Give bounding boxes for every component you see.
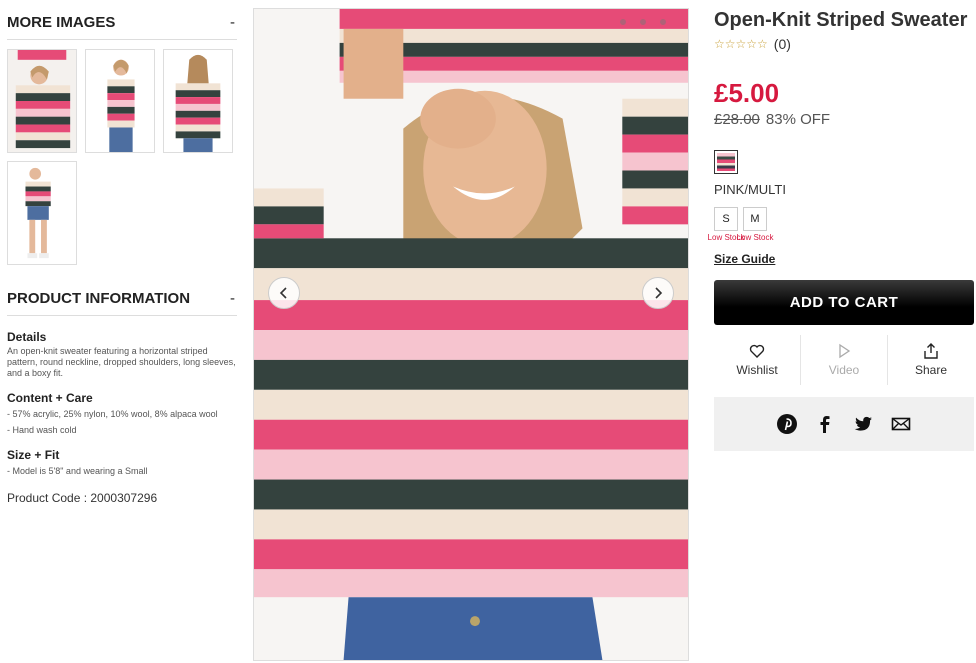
product-code: Product Code : 2000307296 [7,491,158,505]
share-label: Share [914,363,948,377]
product-photo [254,9,688,660]
indicator-dot[interactable] [660,19,666,25]
facebook-button[interactable] [815,414,835,434]
wishlist-label: Wishlist [736,363,778,377]
more-images-heading: MORE IMAGES [7,14,116,31]
indicator-dot[interactable] [640,19,646,25]
review-count: (0) [773,36,791,52]
product-title: Open-Knit Striped Sweater [714,9,968,31]
product-information-heading: PRODUCT INFORMATION [7,290,191,307]
facebook-icon [820,416,830,433]
size-button-m[interactable]: M [743,207,767,231]
thumbnail-side[interactable] [85,49,155,153]
wishlist-button[interactable]: Wishlist [714,335,801,385]
size-guide-link[interactable]: Size Guide [714,252,775,266]
twitter-button[interactable] [853,414,873,434]
color-name: PINK/MULTI [714,182,786,197]
product-information-section: PRODUCT INFORMATION - Details An open-kn… [7,290,237,505]
thumbnail-back[interactable] [163,49,233,153]
details-title: Details [7,330,47,344]
indicator-dot[interactable] [620,19,626,25]
action-bar: Wishlist Video Share [714,335,974,385]
previous-image-button[interactable] [268,277,300,309]
swatch-color [717,153,735,171]
add-to-cart-button[interactable]: ADD TO CART [714,280,974,325]
size-button-s[interactable]: S [714,207,738,231]
sale-price: £5.00 [714,78,780,108]
star-rating-icon: ☆☆☆☆☆ [714,37,768,51]
content-care-title: Content + Care [7,391,93,405]
chevron-left-icon [279,287,287,299]
pinterest-button[interactable] [777,414,797,434]
image-indicator-dots [620,19,666,25]
chevron-right-icon [655,287,663,299]
details-block: Details An open-knit sweater featuring a… [7,330,237,379]
share-button[interactable]: Share [888,335,974,385]
more-images-header[interactable]: MORE IMAGES - [7,14,237,40]
product-information-header[interactable]: PRODUCT INFORMATION - [7,290,237,316]
pinterest-icon [777,414,797,434]
size-item: - Model is 5'8" and wearing a Small [7,466,148,476]
details-text: An open-knit sweater featuring a horizon… [7,346,236,378]
share-icon [924,343,938,359]
product-details-panel: Open-Knit Striped Sweater ☆☆☆☆☆ (0) £5.0… [708,8,974,451]
size-fit-title: Size + Fit [7,448,60,462]
main-product-image[interactable] [253,8,689,661]
size-option-s: S Low Stock [708,207,744,242]
content-item: - 57% acrylic, 25% nylon, 10% wool, 8% a… [7,409,218,419]
size-fit-block: Size + Fit - Model is 5'8" and wearing a… [7,448,237,477]
collapse-toggle[interactable]: - [230,14,237,31]
thumbnail-full-body[interactable] [7,161,77,265]
collapse-toggle[interactable]: - [230,290,237,307]
rating[interactable]: ☆☆☆☆☆ (0) [714,36,974,52]
original-price: £28.00 [714,111,760,128]
play-icon [839,343,851,359]
content-care-block: Content + Care - 57% acrylic, 25% nylon,… [7,391,237,436]
heart-icon [749,344,765,358]
thumbnail-front[interactable] [7,49,77,153]
color-swatch[interactable] [714,150,738,174]
social-share-bar [714,397,974,451]
twitter-icon [854,416,872,431]
content-item: - Hand wash cold [7,425,77,435]
discount-label: 83% OFF [765,111,831,128]
size-option-m: M Low Stock [737,207,773,242]
price-row: £28.00 83% OFF [714,111,974,128]
size-selector: S Low Stock M Low Stock [708,207,974,242]
thumbnail-list [7,49,237,265]
more-images-section: MORE IMAGES - [7,14,237,265]
video-label: Video [828,363,860,377]
video-button[interactable]: Video [801,335,888,385]
email-icon [891,417,911,431]
next-image-button[interactable] [642,277,674,309]
stock-status: Low Stock [736,233,774,242]
email-button[interactable] [891,414,911,434]
